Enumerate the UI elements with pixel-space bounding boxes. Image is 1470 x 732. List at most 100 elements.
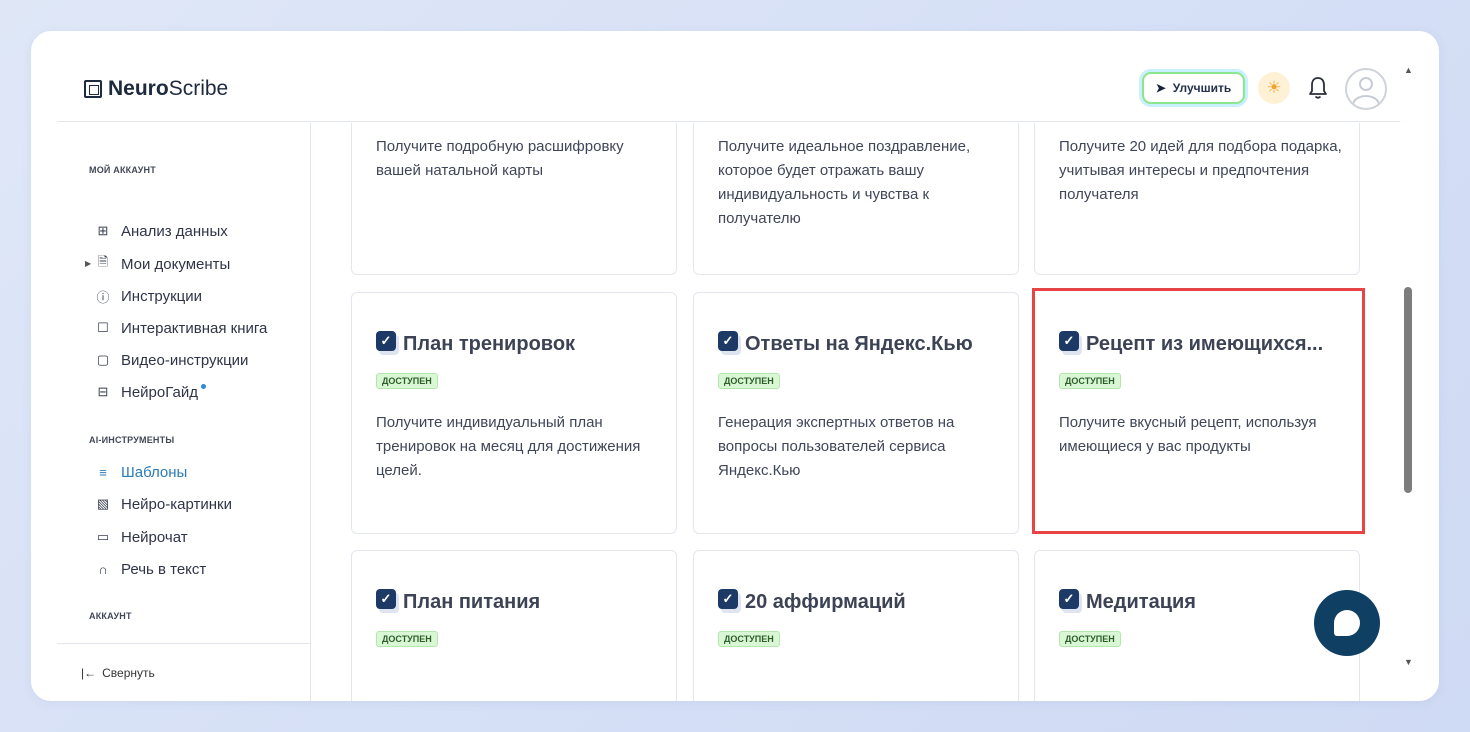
new-indicator-dot: [201, 383, 206, 389]
sidebar-item-label: Нейрочат: [121, 528, 188, 546]
sidebar-item-label: Интерактивная книга: [121, 319, 268, 337]
sidebar-item-instructions[interactable]: ⓘ Инструкции: [95, 286, 202, 306]
sidebar: МОЙ АККАУНТ ⊞ Анализ данных ▶ 🗎 Мои доку…: [57, 123, 311, 701]
template-card[interactable]: Получите 20 идей для подбора подарка, уч…: [1034, 123, 1360, 275]
status-badge: ДОСТУПЕН: [1059, 631, 1121, 647]
template-card[interactable]: Получите идеальное поздравление, которое…: [693, 123, 1019, 275]
sidebar-section-account: АККАУНТ: [89, 611, 132, 621]
upgrade-button[interactable]: ➤ Улучшить: [1142, 72, 1245, 104]
checkbox-icon: ✓: [718, 588, 738, 609]
sidebar-item-video-instructions[interactable]: ▢ Видео-инструкции: [95, 350, 249, 370]
sidebar-item-label: Шаблоны: [121, 463, 188, 481]
rocket-icon: ➤: [1155, 81, 1166, 95]
app-logo[interactable]: Neuro Scribe: [84, 77, 228, 101]
upgrade-label: Улучшить: [1172, 81, 1232, 95]
sidebar-item-label: Видео-инструкции: [121, 351, 249, 369]
sidebar-item-label: Нейро-картинки: [121, 495, 232, 513]
sidebar-item-speech-to-text[interactable]: ∩ Речь в текст: [95, 559, 206, 579]
help-circle-icon: ⓘ: [96, 289, 110, 305]
sidebar-item-label: Анализ данных: [121, 222, 228, 240]
chat-bubble-icon: [1334, 610, 1360, 636]
card-title: ✓ Ответы на Яндекс.Кью: [718, 330, 973, 356]
scroll-up-arrow-icon[interactable]: ▲: [1404, 65, 1413, 75]
sidebar-item-data-analysis[interactable]: ⊞ Анализ данных: [95, 221, 228, 241]
notifications-button[interactable]: [1307, 75, 1329, 101]
top-header: Neuro Scribe ➤ Улучшить ☀: [57, 31, 1400, 122]
sidebar-item-neuroguide[interactable]: ⊟ НейроГайд: [95, 382, 206, 402]
checkbox-icon: ✓: [1059, 330, 1079, 351]
template-card-training-plan[interactable]: ✓ План тренировок ДОСТУПЕН Получите инди…: [351, 292, 677, 534]
card-title-text: Медитация: [1086, 591, 1196, 613]
sidebar-divider: [57, 643, 311, 644]
card-title: ✓ Медитация: [1059, 588, 1196, 614]
chat-icon: ▭: [96, 529, 110, 544]
document-icon: 🗎: [97, 254, 109, 269]
card-description: Получите идеальное поздравление, которое…: [718, 138, 971, 227]
sidebar-item-interactive-book[interactable]: ☐ Интерактивная книга: [95, 318, 267, 338]
template-card-meal-plan[interactable]: ✓ План питания ДОСТУПЕН: [351, 550, 677, 701]
sidebar-item-label: НейроГайд: [121, 383, 198, 401]
template-card-affirmations[interactable]: ✓ 20 аффирмаций ДОСТУПЕН: [693, 550, 1019, 701]
book-icon: ☐: [97, 320, 109, 335]
card-title-text: Рецепт из имеющихся...: [1086, 333, 1324, 355]
avatar-head-shape: [1359, 77, 1373, 91]
bell-icon: [1309, 77, 1327, 99]
sidebar-section-ai-tools: AI-ИНСТРУМЕНТЫ: [89, 435, 175, 445]
card-description: Генерация экспертных ответов на вопросы …: [718, 414, 955, 479]
collapse-arrow-icon: |←: [81, 666, 97, 680]
headphones-icon: ∩: [98, 561, 108, 577]
checkbox-icon: ✓: [1059, 588, 1079, 609]
card-title: ✓ План питания: [376, 588, 541, 614]
templates-grid: Получите подробную расшифровку вашей нат…: [312, 123, 1400, 701]
card-title: ✓ 20 аффирмаций: [718, 588, 906, 614]
theme-toggle-button[interactable]: ☀: [1258, 72, 1290, 104]
card-title-text: 20 аффирмаций: [745, 591, 906, 613]
layers-icon: ≡: [99, 464, 107, 480]
grid-icon: ⊞: [97, 223, 109, 238]
sidebar-item-my-documents[interactable]: 🗎 Мои документы: [95, 254, 231, 274]
collapse-label: Свернуть: [102, 666, 155, 680]
app-window: Neuro Scribe ➤ Улучшить ☀ МОЙ АККАУНТ ⊞ А…: [31, 31, 1439, 701]
sidebar-item-neuro-images[interactable]: ▧ Нейро-картинки: [95, 494, 232, 514]
sidebar-item-label: Мои документы: [121, 255, 231, 273]
user-avatar[interactable]: [1345, 68, 1387, 110]
scrollbar-thumb[interactable]: [1404, 287, 1412, 493]
logo-text-bold: Neuro: [108, 77, 169, 100]
logo-text-light: Scribe: [168, 77, 229, 100]
avatar-shoulders-shape: [1352, 95, 1380, 108]
checkbox-icon: ✓: [376, 588, 396, 609]
sidebar-item-neurochat[interactable]: ▭ Нейрочат: [95, 527, 188, 547]
checkbox-icon: ✓: [376, 330, 396, 351]
card-title: ✓ Рецепт из имеющихся...: [1059, 330, 1324, 356]
image-icon: ▧: [96, 496, 110, 511]
sidebar-item-templates[interactable]: ≡ Шаблоны: [95, 462, 187, 482]
sidebar-item-label: Речь в текст: [121, 560, 207, 578]
status-badge: ДОСТУПЕН: [718, 631, 780, 647]
video-icon: ▢: [96, 352, 110, 367]
collapse-sidebar-button[interactable]: |← Свернуть: [81, 666, 155, 680]
sidebar-item-label: Инструкции: [121, 287, 203, 305]
template-card-meditation[interactable]: ✓ Медитация ДОСТУПЕН: [1034, 550, 1360, 701]
sidebar-section-my-account: МОЙ АККАУНТ: [89, 165, 156, 175]
template-card-yandex-q[interactable]: ✓ Ответы на Яндекс.Кью ДОСТУПЕН Генераци…: [693, 292, 1019, 534]
support-chat-button[interactable]: [1314, 590, 1380, 656]
template-card-recipe[interactable]: ✓ Рецепт из имеющихся... ДОСТУПЕН Получи…: [1032, 288, 1365, 534]
card-title-text: План питания: [403, 591, 541, 613]
logo-icon: [84, 80, 102, 98]
card-title-text: План тренировок: [403, 333, 576, 355]
sun-icon: ☀: [1266, 78, 1282, 97]
expand-caret-icon[interactable]: ▶: [85, 259, 91, 268]
scroll-down-arrow-icon[interactable]: ▼: [1404, 657, 1413, 667]
card-title-text: Ответы на Яндекс.Кью: [745, 333, 973, 355]
template-card[interactable]: Получите подробную расшифровку вашей нат…: [351, 123, 677, 275]
status-badge: ДОСТУПЕН: [1059, 373, 1121, 389]
checkbox-icon: ✓: [718, 330, 738, 351]
guide-icon: ⊟: [97, 384, 109, 399]
card-description: Получите вкусный рецепт, используя имеющ…: [1059, 414, 1317, 455]
card-description: Получите индивидуальный план тренировок …: [376, 414, 641, 479]
card-description: Получите 20 идей для подбора подарка, уч…: [1059, 138, 1342, 203]
card-title: ✓ План тренировок: [376, 330, 576, 356]
status-badge: ДОСТУПЕН: [376, 373, 438, 389]
status-badge: ДОСТУПЕН: [718, 373, 780, 389]
card-description: Получите подробную расшифровку вашей нат…: [376, 138, 624, 179]
